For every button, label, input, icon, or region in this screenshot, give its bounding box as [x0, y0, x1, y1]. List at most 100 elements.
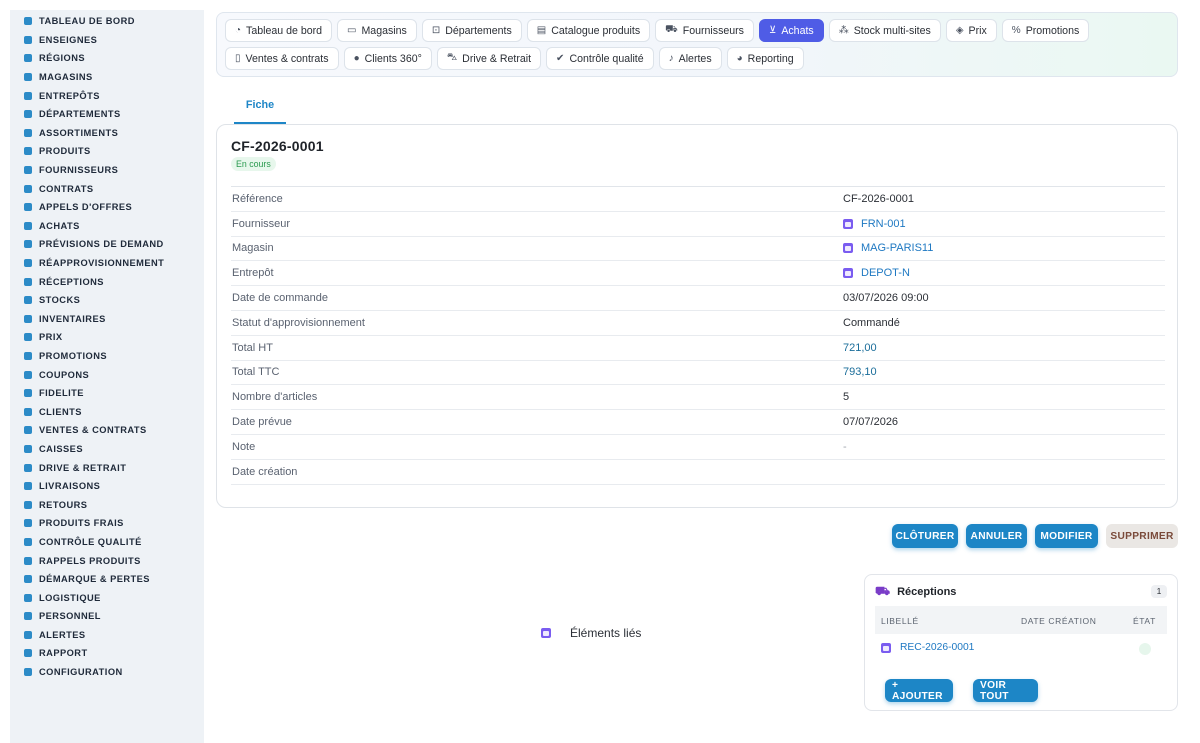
- sidebar-item-15[interactable]: STOCKS: [10, 291, 204, 310]
- sidebar-item-12[interactable]: PRÉVISIONS DE DEMAND: [10, 235, 204, 254]
- sidebar-item-34[interactable]: RAPPORT: [10, 644, 204, 663]
- sidebar-item-25[interactable]: LIVRAISONS: [10, 477, 204, 496]
- nav-button-row2-5[interactable]: ◕ Reporting: [726, 47, 804, 70]
- sidebar-item-label: RÉCEPTIONS: [39, 276, 104, 287]
- sidebar-item-2[interactable]: RÉGIONS: [10, 49, 204, 68]
- field-list: Référence CF-2026-0001 Fournisseur FRN-001 M…: [231, 186, 1165, 485]
- sidebar-item-28[interactable]: CONTRÔLE QUALITÉ: [10, 533, 204, 552]
- column-state: ÉTAT: [1133, 616, 1156, 626]
- sidebar-item-17[interactable]: PRIX: [10, 328, 204, 347]
- field-value[interactable]: FRN-001: [843, 218, 906, 230]
- sidebar-item-3[interactable]: MAGASINS: [10, 68, 204, 87]
- nav-icon: ●: [353, 53, 360, 64]
- field-value[interactable]: MAG-PARIS11: [843, 242, 933, 254]
- sidebar-item-label: LOGISTIQUE: [39, 592, 101, 603]
- field-value: 03/07/2026 09:00: [843, 292, 929, 304]
- sidebar-item-9[interactable]: CONTRATS: [10, 179, 204, 198]
- sidebar-item-23[interactable]: CAISSES: [10, 440, 204, 459]
- sidebar-item-32[interactable]: PERSONNEL: [10, 607, 204, 626]
- nav-icon: ⊻: [768, 25, 777, 36]
- receptions-table-header: LIBELLÉ DATE CRÉATION ÉTAT: [875, 606, 1167, 634]
- users-icon: [23, 611, 33, 621]
- sidebar-item-8[interactable]: FOURNISSEURS: [10, 161, 204, 180]
- sidebar-item-18[interactable]: PROMOTIONS: [10, 347, 204, 366]
- sidebar-item-label: DÉMARQUE & PERTES: [39, 574, 150, 585]
- sidebar-item-label: TABLEAU DE BORD: [39, 16, 135, 27]
- close-order-button[interactable]: CLÔTURER: [892, 524, 958, 548]
- sidebar-item-22[interactable]: VENTES & CONTRATS: [10, 421, 204, 440]
- sidebar-item-6[interactable]: ASSORTIMENTS: [10, 124, 204, 143]
- truck-icon: [23, 165, 33, 175]
- nav-button-row1-2[interactable]: ⊡ Départements: [421, 19, 522, 42]
- field-value-text: 03/07/2026 09:00: [843, 292, 929, 305]
- nav-button-row1-6[interactable]: ⁂ Stock multi-sites: [828, 19, 941, 42]
- field-value-text: 07/07/2026: [843, 416, 899, 429]
- record-card: CF-2026-0001 En cours Référence CF-2026-0…: [216, 124, 1178, 508]
- sidebar-item-24[interactable]: DRIVE & RETRAIT: [10, 458, 204, 477]
- field-row: Statut d'approvisionnement Commandé: [231, 311, 1165, 336]
- field-row: Fournisseur FRN-001: [231, 212, 1165, 237]
- nav-button-row1-8[interactable]: % Promotions: [1001, 19, 1090, 42]
- tab-fiche[interactable]: Fiche: [234, 98, 286, 124]
- nav-button-row1-5[interactable]: ⊻ Achats: [758, 19, 824, 42]
- top-nav-row-1: ◔ Tableau de bord ▭ Magasins ⊡ Départements ▤ C…: [225, 19, 1177, 42]
- nav-button-row2-1[interactable]: ● Clients 360°: [343, 47, 432, 70]
- sidebar-item-label: PROMOTIONS: [39, 350, 108, 361]
- sidebar-item-4[interactable]: ENTREPÔTS: [10, 86, 204, 105]
- sidebar-item-5[interactable]: DÉPARTEMENTS: [10, 105, 204, 124]
- sidebar-item-label: APPELS D'OFFRES: [39, 202, 133, 213]
- nav-label: Magasins: [361, 24, 407, 37]
- sidebar-item-33[interactable]: ALERTES: [10, 626, 204, 645]
- sidebar-item-label: RETOURS: [39, 499, 88, 510]
- top-nav-row-2: ▯ Ventes & contrats ● Clients 360° ⛍ Drive & …: [225, 47, 1177, 70]
- reception-link[interactable]: REC-2026-0001: [881, 642, 974, 653]
- cancel-button[interactable]: ANNULER: [966, 524, 1027, 548]
- sidebar-item-11[interactable]: ACHATS: [10, 217, 204, 236]
- sidebar-item-7[interactable]: PRODUITS: [10, 142, 204, 161]
- store-icon: [23, 72, 33, 82]
- sidebar-item-19[interactable]: COUPONS: [10, 365, 204, 384]
- sidebar-item-26[interactable]: RETOURS: [10, 495, 204, 514]
- field-row: Entrepôt DEPOT-N: [231, 261, 1165, 287]
- nav-button-row1-3[interactable]: ▤ Catalogue produits: [526, 19, 651, 42]
- sidebar-item-0[interactable]: TABLEAU DE BORD: [10, 12, 204, 31]
- edit-button[interactable]: MODIFIER: [1035, 524, 1098, 548]
- sidebar-item-20[interactable]: FIDELITE: [10, 384, 204, 403]
- sidebar-item-21[interactable]: CLIENTS: [10, 402, 204, 421]
- sidebar-item-13[interactable]: RÉAPPROVISIONNEMENT: [10, 254, 204, 273]
- delete-button[interactable]: SUPPRIMER: [1106, 524, 1178, 548]
- field-label: Fournisseur: [232, 217, 291, 230]
- sidebar-item-29[interactable]: RAPPELS PRODUITS: [10, 551, 204, 570]
- nav-label: Drive & Retrait: [462, 52, 532, 65]
- nav-button-row1-1[interactable]: ▭ Magasins: [337, 19, 417, 42]
- nav-icon: ▯: [235, 53, 241, 64]
- nav-button-row1-7[interactable]: ◈ Prix: [945, 19, 997, 42]
- sidebar-item-label: DRIVE & RETRAIT: [39, 462, 127, 473]
- field-row: Total TTC 793,10: [231, 361, 1165, 386]
- field-label: Date prévue: [232, 416, 292, 429]
- sidebar-item-31[interactable]: LOGISTIQUE: [10, 588, 204, 607]
- nav-button-row1-4[interactable]: ⛟ Fournisseurs: [655, 19, 754, 42]
- nav-button-row1-0[interactable]: ◔ Tableau de bord: [225, 19, 333, 42]
- sidebar-item-label: ENSEIGNES: [39, 34, 98, 45]
- sidebar-item-10[interactable]: APPELS D'OFFRES: [10, 198, 204, 217]
- field-value: 721,00: [843, 342, 877, 354]
- dolly-icon: [23, 277, 33, 287]
- nav-button-row2-2[interactable]: ⛍ Drive & Retrait: [436, 47, 542, 70]
- field-value[interactable]: DEPOT-N: [843, 267, 910, 279]
- field-value: -: [843, 441, 847, 453]
- nav-icon: ⛍: [446, 52, 458, 63]
- sidebar-item-30[interactable]: DÉMARQUE & PERTES: [10, 570, 204, 589]
- nav-button-row2-3[interactable]: ✔ Contrôle qualité: [546, 47, 654, 70]
- field-value-text: 793,10: [843, 366, 877, 379]
- sidebar-item-16[interactable]: INVENTAIRES: [10, 310, 204, 329]
- nav-button-row2-0[interactable]: ▯ Ventes & contrats: [225, 47, 339, 70]
- sidebar-item-27[interactable]: PRODUITS FRAIS: [10, 514, 204, 533]
- sidebar-item-35[interactable]: CONFIGURATION: [10, 663, 204, 682]
- nav-button-row2-4[interactable]: ♪ Alertes: [658, 47, 722, 70]
- sidebar-item-1[interactable]: ENSEIGNES: [10, 31, 204, 50]
- view-all-button[interactable]: VOIR TOUT: [973, 679, 1038, 702]
- sidebar-item-14[interactable]: RÉCEPTIONS: [10, 272, 204, 291]
- add-reception-button[interactable]: + AJOUTER: [885, 679, 953, 702]
- calendar-icon: [541, 628, 551, 638]
